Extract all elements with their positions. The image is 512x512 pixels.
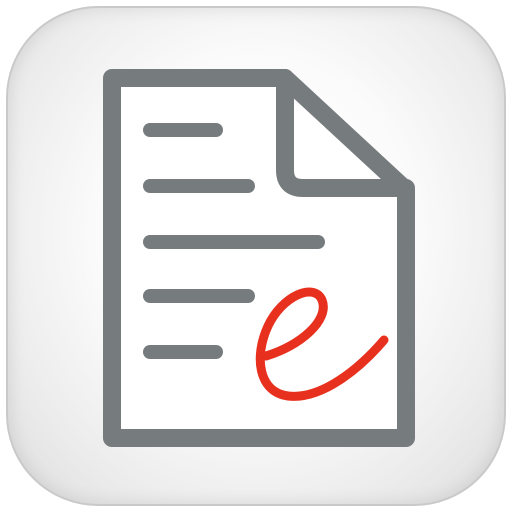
document-e-icon [103, 69, 415, 447]
